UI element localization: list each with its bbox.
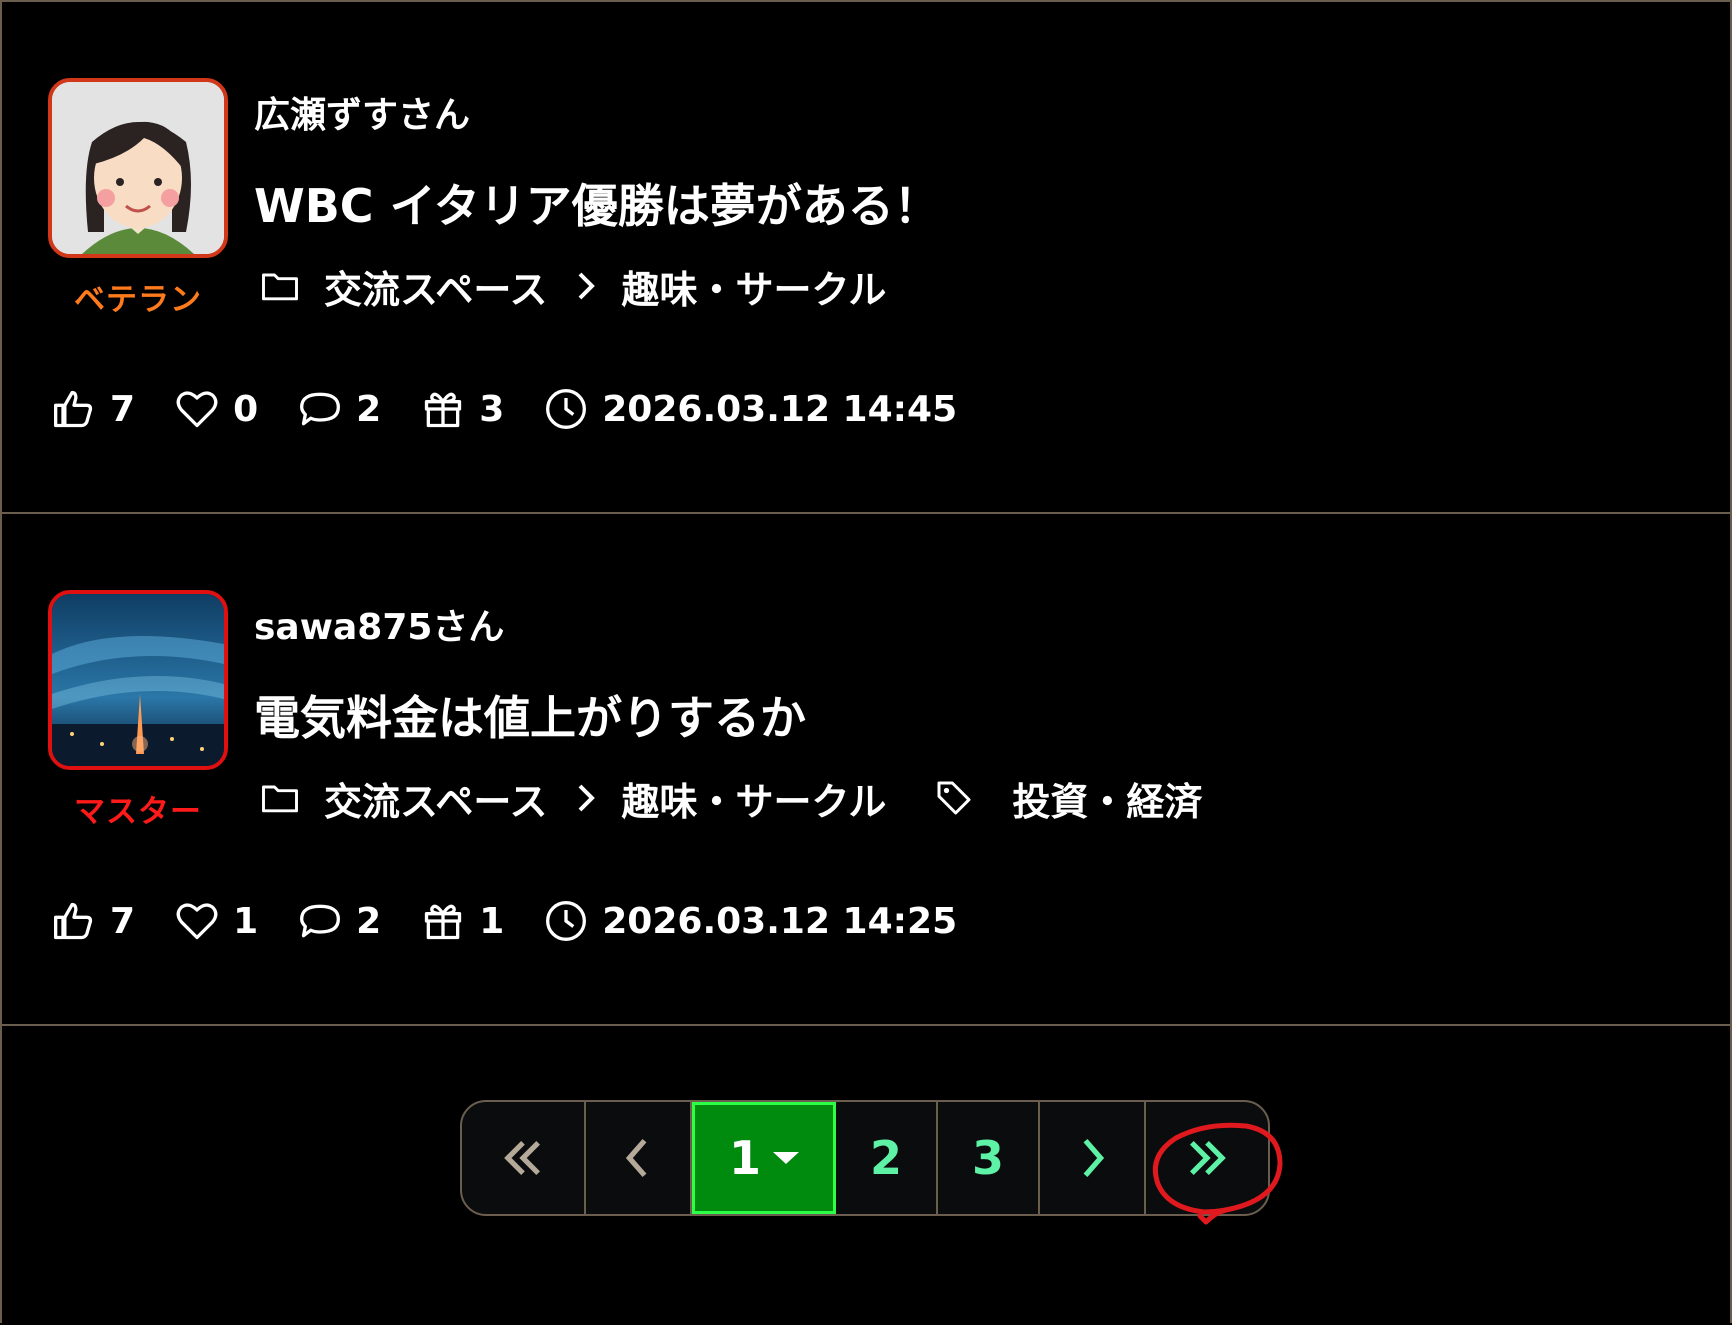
gift-stat[interactable]: 1 <box>421 899 504 943</box>
chevron-right-icon <box>579 272 596 300</box>
author-name[interactable]: 広瀬ずすさん <box>254 86 470 138</box>
category-link[interactable]: 交流スペース <box>324 771 547 826</box>
heart-count: 1 <box>233 900 259 942</box>
post-item[interactable]: ベテラン 広瀬ずすさん WBC イタリア優勝は夢がある！ 交流スペース 趣味・サ… <box>0 0 1732 510</box>
next-page-button[interactable] <box>1040 1102 1146 1214</box>
night-city-tower-image <box>52 594 224 766</box>
gift-icon <box>425 392 462 428</box>
thumbs-up-icon <box>54 902 93 940</box>
first-page-button[interactable] <box>462 1102 586 1214</box>
gift-count: 3 <box>479 388 505 430</box>
comment-count: 2 <box>356 388 382 430</box>
current-page-number: 1 <box>728 1131 761 1185</box>
category-path: 交流スペース 趣味・サークル 投資・経済 <box>258 774 1202 824</box>
category-path: 交流スペース 趣味・サークル <box>258 262 886 312</box>
comment-icon <box>300 392 341 426</box>
like-count: 7 <box>110 900 136 942</box>
chevron-right-icon <box>1083 1138 1105 1178</box>
tag-icon <box>937 781 971 815</box>
like-stat[interactable]: 7 <box>52 387 135 431</box>
heart-count: 0 <box>233 388 259 430</box>
post-stats: 7 0 2 3 2026.03.12 14:45 <box>52 382 997 436</box>
chevron-right-icon <box>579 784 596 812</box>
double-chevron-left-icon <box>504 1140 541 1176</box>
chevron-left-icon <box>625 1138 647 1178</box>
heart-icon <box>176 391 218 428</box>
comment-stat[interactable]: 2 <box>298 899 381 943</box>
author-name[interactable]: sawa875さん <box>254 598 504 650</box>
post-divider <box>0 1024 1732 1026</box>
heart-stat[interactable]: 0 <box>175 387 258 431</box>
avatar[interactable] <box>48 78 228 258</box>
page-2-button[interactable]: 2 <box>836 1102 938 1214</box>
heart-stat[interactable]: 1 <box>175 899 258 943</box>
comment-icon <box>300 904 341 938</box>
post-title[interactable]: 電気料金は値上がりするか <box>254 682 806 748</box>
gift-stat[interactable]: 3 <box>421 387 504 431</box>
page-3-button[interactable]: 3 <box>938 1102 1040 1214</box>
clock-icon <box>546 901 587 941</box>
prev-page-button[interactable] <box>586 1102 692 1214</box>
double-chevron-right-icon <box>1189 1140 1226 1176</box>
post-stats: 7 1 2 1 2026.03.12 14:25 <box>52 894 997 948</box>
gift-count: 1 <box>479 900 505 942</box>
post-title[interactable]: WBC イタリア優勝は夢がある！ <box>254 170 940 236</box>
comment-count: 2 <box>356 900 382 942</box>
post-datetime: 2026.03.12 14:25 <box>602 900 958 942</box>
thumbs-up-icon <box>54 390 93 428</box>
tag-link[interactable]: 投資・経済 <box>1012 771 1202 826</box>
current-page-dropdown[interactable]: 1 <box>692 1102 836 1214</box>
page-number: 2 <box>869 1131 902 1185</box>
category-link[interactable]: 交流スペース <box>324 259 547 314</box>
caret-down-icon <box>773 1152 799 1164</box>
author-badge: ベテラン <box>48 78 228 319</box>
time-stat: 2026.03.12 14:45 <box>544 387 957 431</box>
woman-avatar-icon <box>52 82 224 254</box>
folder-icon <box>262 785 298 813</box>
rank-label: マスター <box>74 794 202 830</box>
gift-icon <box>425 904 462 940</box>
subcategory-link[interactable]: 趣味・サークル <box>621 259 886 314</box>
folder-icon <box>262 273 298 301</box>
comment-stat[interactable]: 2 <box>298 387 381 431</box>
clock-icon <box>546 389 587 429</box>
post-item[interactable]: マスター sawa875さん 電気料金は値上がりするか 交流スペース 趣味・サー… <box>0 512 1732 1022</box>
like-count: 7 <box>110 388 136 430</box>
rank-label: ベテラン <box>74 282 202 318</box>
avatar[interactable] <box>48 590 228 770</box>
subcategory-link[interactable]: 趣味・サークル <box>621 771 886 826</box>
post-datetime: 2026.03.12 14:45 <box>602 388 958 430</box>
page-number: 3 <box>971 1131 1004 1185</box>
time-stat: 2026.03.12 14:25 <box>544 899 957 943</box>
author-badge: マスター <box>48 590 228 831</box>
last-page-button[interactable] <box>1146 1102 1268 1214</box>
like-stat[interactable]: 7 <box>52 899 135 943</box>
pagination: 1 2 3 <box>460 1100 1270 1216</box>
heart-icon <box>176 903 218 940</box>
